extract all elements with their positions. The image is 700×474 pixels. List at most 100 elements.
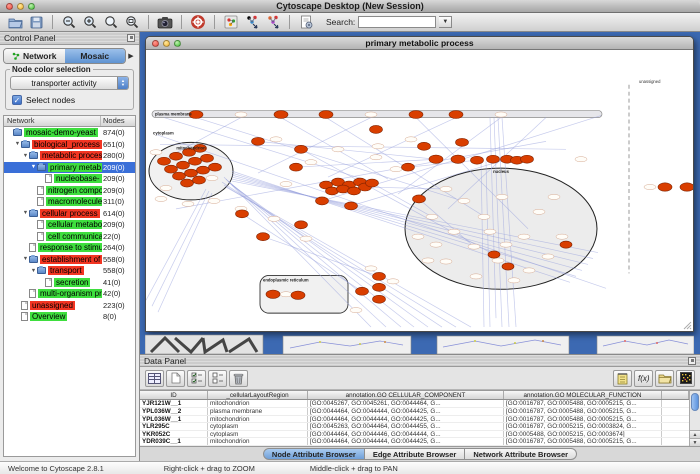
node-color-select[interactable]: transporter activity ▲▼ [10, 76, 129, 90]
resize-grip-icon[interactable] [684, 322, 691, 329]
search-dropdown-button[interactable]: ▼ [439, 16, 452, 28]
tree-item-overview[interactable]: Overview8(0) [4, 311, 135, 323]
help-icon[interactable] [189, 14, 207, 30]
tab-mosaic-label: Mosaic [80, 51, 109, 61]
import-attributes-button[interactable] [655, 370, 674, 387]
tab-network[interactable]: Network [4, 49, 65, 63]
tree-item-establishment-of-lo[interactable]: ▼establishment of lo558(0) [4, 254, 135, 266]
select-nodes-checkbox[interactable]: ✓ [12, 95, 22, 105]
search-input[interactable] [358, 16, 436, 28]
column-header[interactable]: _cellularLayoutRegion [208, 391, 308, 399]
delete-attribute-button[interactable] [229, 370, 248, 387]
select-attributes-button[interactable] [187, 370, 206, 387]
cytoplasm-label: cytoplasm [153, 130, 174, 135]
tree-item-cellular-process[interactable]: ▼cellular process614(0) [4, 208, 135, 220]
expand-arrow-icon[interactable]: ▼ [22, 256, 29, 262]
zoom-fit-icon[interactable] [123, 14, 141, 30]
unselect-attributes-button[interactable] [208, 370, 227, 387]
folder-icon [29, 256, 38, 263]
formula-button[interactable]: f(x) [634, 370, 653, 387]
expand-arrow-icon[interactable]: ▼ [14, 141, 21, 147]
float-panel-icon[interactable] [127, 34, 135, 42]
data-panel-float-icon[interactable] [688, 357, 696, 365]
table-cell: YKR052C [140, 431, 208, 438]
tree-item-mosaic-demo-yeast[interactable]: mosaic-demo-yeast874(0) [4, 127, 135, 139]
expand-arrow-icon[interactable]: ▼ [30, 164, 37, 170]
open-session-button[interactable] [6, 14, 24, 30]
attribute-table-button[interactable] [145, 370, 164, 387]
tab-overflow-button[interactable]: ▶ [126, 52, 136, 60]
file-icon [37, 186, 44, 195]
tree-item-node-count: 558(0) [102, 266, 135, 275]
tab-network-attribute-browser[interactable]: Network Attribute Browser [465, 448, 577, 460]
tree-item-label: macromolecule [46, 197, 102, 206]
table-cell: [GO:0016787, GO:0005488, GO:0005215, G..… [504, 408, 662, 415]
zoom-selected-icon[interactable] [102, 14, 120, 30]
zoom-out-icon[interactable] [60, 14, 78, 30]
column-header[interactable]: ID [140, 391, 208, 399]
table-cell: [GO:0045267, GO:0045261, GO:0044464, G..… [308, 400, 504, 407]
main-toolbar: Search: ▼ [0, 13, 700, 32]
select-stepper-icon: ▲▼ [117, 77, 128, 89]
new-attribute-button[interactable] [166, 370, 185, 387]
tree-item-primary-metab[interactable]: ▼primary metab209(0) [4, 162, 135, 174]
tab-node-attribute-browser[interactable]: Node Attribute Browser [263, 448, 365, 460]
tree-item-response-to-stimulu[interactable]: response to stimulu264(0) [4, 242, 135, 254]
mdi-desktop: primary metabolic process [140, 32, 700, 354]
tree-item-metabolic-process[interactable]: ▼metabolic process280(0) [4, 150, 135, 162]
tree-item-unassigned[interactable]: unassigned223(0) [4, 300, 135, 312]
layout-nodes-icon[interactable] [243, 14, 261, 30]
table-row[interactable]: YPL036W__2plasma membrane[GO:0044464, GO… [140, 408, 689, 416]
scroll-up-icon[interactable]: ▲ [690, 430, 700, 438]
tree-column-network[interactable]: Network [4, 116, 101, 126]
scroll-down-icon[interactable]: ▼ [690, 438, 700, 446]
expand-arrow-icon[interactable]: ▼ [30, 268, 37, 274]
scrollbar-thumb[interactable] [691, 393, 699, 411]
table-row[interactable]: YPL036W__1mitochondrion[GO:0044464, GO:0… [140, 416, 689, 424]
attribute-editor-button[interactable] [613, 370, 632, 387]
tree-item-macromolecule[interactable]: macromolecule311(0) [4, 196, 135, 208]
tree-item-secretion[interactable]: secretion41(0) [4, 277, 135, 289]
search-config-icon[interactable] [297, 14, 315, 30]
tree-item-nucleobase-[interactable]: nucleobase-209(0) [4, 173, 135, 185]
tab-mosaic[interactable]: Mosaic [65, 49, 126, 63]
save-session-button[interactable] [27, 14, 45, 30]
tree-item-nitrogen-compo[interactable]: nitrogen compo209(0) [4, 185, 135, 197]
column-header[interactable]: annotation.GO CELLULAR_COMPONENT [308, 391, 504, 399]
table-row[interactable]: YLR295Ccytoplasm[GO:0045263, GO:0044464,… [140, 423, 689, 431]
tree-item-node-count: 264(0) [102, 243, 135, 252]
tree-item-label: transport [48, 266, 84, 275]
table-row[interactable]: YJR121W__1mitochondrion[GO:0045267, GO:0… [140, 400, 689, 408]
file-icon [45, 174, 52, 183]
tree-item-node-count: 209(0) [102, 220, 135, 229]
file-icon [37, 220, 44, 229]
tree-item-multi-organism-pro[interactable]: multi-organism pro42(0) [4, 288, 135, 300]
table-cell: YJR121W__1 [140, 400, 208, 407]
attribute-table: ID_cellularLayoutRegionannotation.GO CEL… [140, 391, 689, 446]
expand-arrow-icon[interactable]: ▼ [22, 153, 29, 159]
node-color-select-value: transporter activity [11, 79, 117, 88]
tree-column-nodes[interactable]: Nodes [101, 116, 135, 126]
tree-item-node-count: 651(0) [102, 140, 135, 149]
layout-edges-icon[interactable] [264, 14, 282, 30]
table-scrollbar[interactable]: ▲ ▼ [689, 391, 700, 446]
network-canvas[interactable]: plasma membrane cytoplasm mitochondrion … [146, 50, 693, 331]
tab-edge-attribute-browser[interactable]: Edge Attribute Browser [365, 448, 465, 460]
tree-item-label: multi-organism pro [38, 289, 102, 298]
tree-item-cell-communicat[interactable]: cell communicat22(0) [4, 231, 135, 243]
zoom-in-icon[interactable] [81, 14, 99, 30]
network-view-titlebar[interactable]: primary metabolic process [146, 37, 693, 50]
expand-arrow-icon[interactable]: ▼ [22, 210, 29, 216]
table-row[interactable]: YKR052Ccytoplasm[GO:0044464, GO:0044446,… [140, 431, 689, 439]
table-header-row: ID_cellularLayoutRegionannotation.GO CEL… [140, 391, 689, 400]
vizmapper-icon[interactable] [222, 14, 240, 30]
table-row[interactable]: YDR039C__1mitochondrion[GO:0044464, GO:0… [140, 438, 689, 446]
tree-item-biological-process[interactable]: ▼biological_process651(0) [4, 139, 135, 151]
folder-icon [37, 267, 46, 274]
snapshot-icon[interactable] [156, 14, 174, 30]
tree-item-transport[interactable]: ▼ transport 558(0) [4, 265, 135, 277]
column-header[interactable]: annotation.GO MOLECULAR_FUNCTION [504, 391, 662, 399]
tree-item-cellular-metabo[interactable]: cellular metabo209(0) [4, 219, 135, 231]
file-icon [21, 301, 28, 310]
matrix-button[interactable] [676, 370, 695, 387]
